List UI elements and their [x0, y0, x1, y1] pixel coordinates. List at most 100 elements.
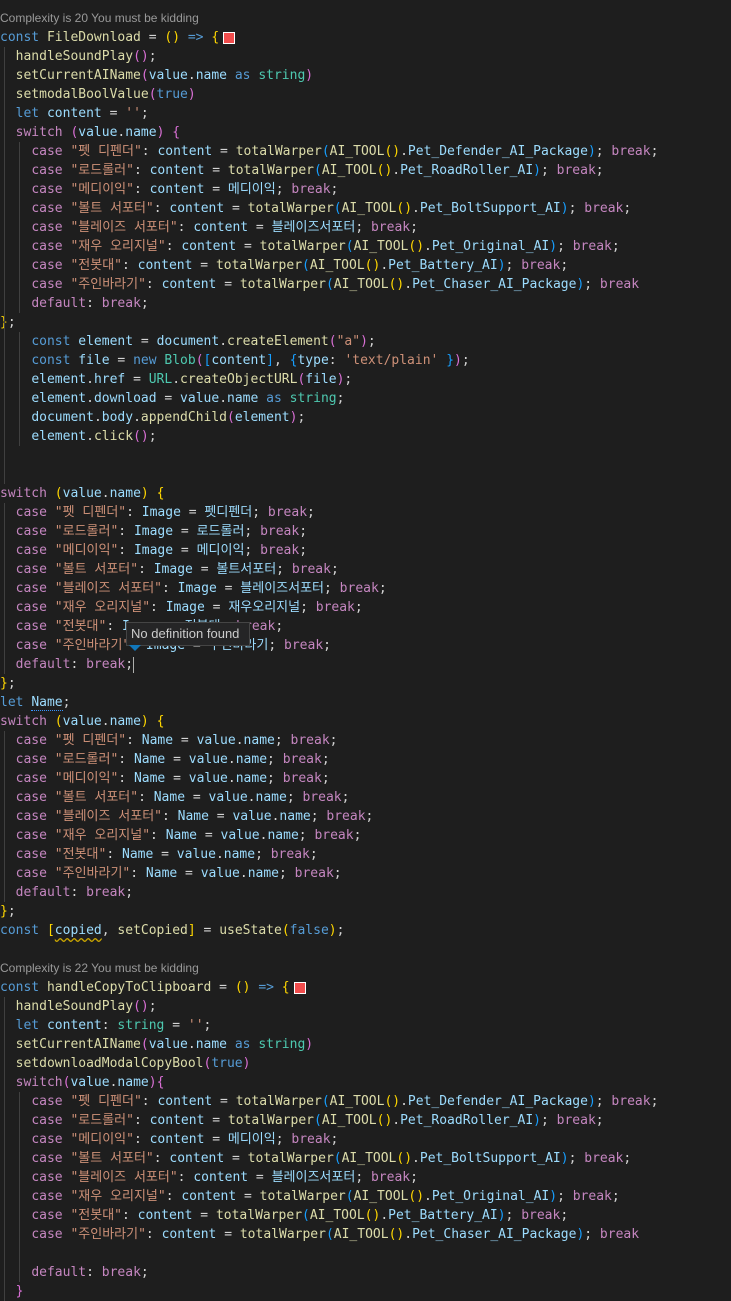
code-line[interactable]: let content: string = '';: [0, 1016, 731, 1035]
code-line[interactable]: case "펫 디펜더": content = totalWarper(AI_T…: [0, 1092, 731, 1111]
code-token: name: [235, 752, 268, 767]
line-tokens: case "로드롤러": content = totalWarper(AI_TO…: [0, 1113, 603, 1128]
code-line[interactable]: case "재우 오리지널": Name = value.name; break…: [0, 826, 731, 845]
code-line[interactable]: switch (value.name) {: [0, 123, 731, 142]
indent-guide: [4, 826, 5, 845]
code-line[interactable]: const [copied, setCopied] = useState(fal…: [0, 921, 731, 940]
code-line[interactable]: case "주인바라기": Name = value.name; break;: [0, 864, 731, 883]
code-line[interactable]: element.click();: [0, 427, 731, 446]
code-token: ;: [344, 372, 353, 387]
codelens-complexity[interactable]: Complexity is 22 You must be kidding: [0, 959, 731, 978]
code-token: 블레이즈서포터: [271, 1170, 356, 1185]
code-token: .: [239, 866, 248, 881]
code-line[interactable]: default: break;: [0, 294, 731, 313]
breakpoint-icon[interactable]: [293, 981, 306, 994]
code-line[interactable]: case "블레이즈 서포터": content = 블레이즈서포터; brea…: [0, 218, 731, 237]
code-line[interactable]: case "볼트 서포터": Image = 볼트서포터; break;: [0, 560, 731, 579]
code-line[interactable]: case "펫 디펜더": Image = 펫디펜더; break;: [0, 503, 731, 522]
code-line[interactable]: const element = document.createElement("…: [0, 332, 731, 351]
code-line-current[interactable]: default: break;: [0, 655, 731, 674]
code-line[interactable]: setdownloadModalCopyBool(true): [0, 1054, 731, 1073]
code-line[interactable]: case "볼트 서포터": content = totalWarper(AI_…: [0, 1149, 731, 1168]
code-line[interactable]: case "재우 오리지널": Image = 재우오리지널; break;: [0, 598, 731, 617]
code-line[interactable]: default: break;: [0, 1263, 731, 1282]
code-token: ;: [333, 866, 342, 881]
code-line-empty[interactable]: [0, 1244, 731, 1263]
code-line[interactable]: case "블레이즈 서포터": Image = 블레이즈서포터; break;: [0, 579, 731, 598]
code-line[interactable]: case "메디이익": Name = value.name; break;: [0, 769, 731, 788]
code-token: =: [197, 828, 221, 843]
code-token: "볼트 서포터": [70, 1151, 154, 1166]
code-line[interactable]: case "메디이익": content = 메디이익; break;: [0, 180, 731, 199]
code-line[interactable]: };: [0, 902, 731, 921]
breakpoint-icon[interactable]: [223, 31, 236, 44]
code-line[interactable]: case "전봇대": content = totalWarper(AI_TOO…: [0, 256, 731, 275]
code-token: content: [161, 1227, 217, 1242]
code-line[interactable]: const file = new Blob([content], {type: …: [0, 351, 731, 370]
code-line[interactable]: setCurrentAIName(value.name as string): [0, 1035, 731, 1054]
code-line[interactable]: case "로드롤러": content = totalWarper(AI_TO…: [0, 1111, 731, 1130]
codelens-complexity[interactable]: Complexity is 20 You must be kidding: [0, 9, 731, 28]
code-line[interactable]: default: break;: [0, 883, 731, 902]
code-line-empty[interactable]: [0, 446, 731, 465]
code-line[interactable]: case "로드롤러": content = totalWarper(AI_TO…: [0, 161, 731, 180]
code-line[interactable]: case "전봇대": Name = value.name; break;: [0, 845, 731, 864]
code-editor[interactable]: Complexity is 20 You must be kidding con…: [0, 9, 731, 1301]
code-line[interactable]: case "블레이즈 서포터": content = 블레이즈서포터; brea…: [0, 1168, 731, 1187]
code-line[interactable]: setCurrentAIName(value.name as string): [0, 66, 731, 85]
code-line[interactable]: document.body.appendChild(element);: [0, 408, 731, 427]
code-line[interactable]: handleSoundPlay();: [0, 997, 731, 1016]
code-token: "블레이즈 서포터": [70, 220, 178, 235]
code-token: =: [140, 30, 165, 45]
code-line[interactable]: };: [0, 674, 731, 693]
code-line-empty[interactable]: [0, 465, 731, 484]
code-line[interactable]: case "주인바라기": content = totalWarper(AI_T…: [0, 1225, 731, 1244]
code-token: Name: [145, 866, 178, 881]
code-line[interactable]: const handleCopyToClipboard = () => {: [0, 978, 731, 997]
code-line[interactable]: switch (value.name) {: [0, 484, 731, 503]
code-token: (: [321, 144, 330, 159]
line-tokens: const element = document.createElement("…: [0, 334, 375, 349]
code-line[interactable]: case "볼트 서포터": Name = value.name; break;: [0, 788, 731, 807]
code-token: case: [15, 866, 47, 881]
code-token: =: [204, 1132, 228, 1147]
code-line[interactable]: case "로드롤러": Name = value.name; break;: [0, 750, 731, 769]
code-token: ): [533, 163, 541, 178]
code-line[interactable]: switch (value.name) {: [0, 712, 731, 731]
code-line[interactable]: case "로드롤러": Image = 로드롤러; break;: [0, 522, 731, 541]
code-line[interactable]: };: [0, 313, 731, 332]
code-token: value: [70, 1075, 110, 1090]
code-line[interactable]: case "전봇대": Image = 전봇대; break;: [0, 617, 731, 636]
code-line[interactable]: case "펫 디펜더": Name = value.name; break;: [0, 731, 731, 750]
code-line[interactable]: case "전봇대": content = totalWarper(AI_TOO…: [0, 1206, 731, 1225]
code-line[interactable]: let content = '';: [0, 104, 731, 123]
code-line-empty[interactable]: [0, 940, 731, 959]
code-token: ;: [560, 258, 569, 273]
code-token: break: [339, 581, 379, 596]
code-token: ,: [273, 353, 290, 368]
code-line[interactable]: switch(value.name){: [0, 1073, 731, 1092]
code-token: Image: [153, 562, 193, 577]
code-token: =: [212, 144, 236, 159]
code-line[interactable]: case "펫 디펜더": content = totalWarper(AI_T…: [0, 142, 731, 161]
code-line[interactable]: case "재우 오리지널": content = totalWarper(AI…: [0, 237, 731, 256]
code-line[interactable]: }: [0, 1282, 731, 1301]
code-line[interactable]: case "메디이익": content = 메디이익; break;: [0, 1130, 731, 1149]
code-line[interactable]: case "주인바라기": content = totalWarper(AI_T…: [0, 275, 731, 294]
code-line[interactable]: case "블레이즈 서포터": Name = value.name; brea…: [0, 807, 731, 826]
code-line[interactable]: case "재우 오리지널": content = totalWarper(AI…: [0, 1187, 731, 1206]
code-line[interactable]: element.href = URL.createObjectURL(file)…: [0, 370, 731, 389]
code-line[interactable]: case "주인바라기": Image = 주인바라기; break;: [0, 636, 731, 655]
code-token: =: [173, 543, 197, 558]
code-token: =: [185, 790, 209, 805]
code-line[interactable]: handleSoundPlay();: [0, 47, 731, 66]
code-line[interactable]: case "볼트 서포터": content = totalWarper(AI_…: [0, 199, 731, 218]
code-line[interactable]: let Name;: [0, 693, 731, 712]
code-line[interactable]: const FileDownload = () => {: [0, 28, 731, 47]
line-tokens: };: [0, 315, 16, 330]
code-token: :: [70, 657, 87, 672]
code-line[interactable]: case "메디이익": Image = 메디이익; break;: [0, 541, 731, 560]
code-line[interactable]: setmodalBoolValue(true): [0, 85, 731, 104]
code-line[interactable]: element.download = value.name as string;: [0, 389, 731, 408]
